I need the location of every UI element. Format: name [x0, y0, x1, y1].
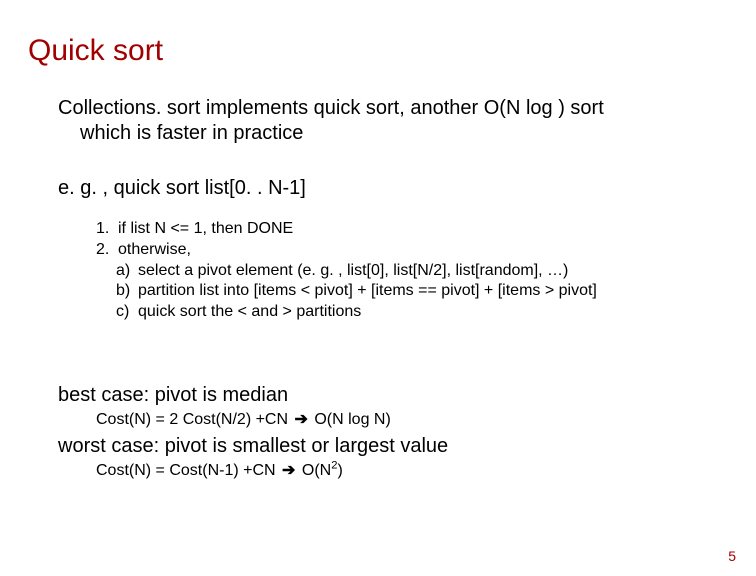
substep-letter: b) — [116, 281, 138, 302]
substep-text: select a pivot element (e. g. , list[0],… — [138, 261, 568, 282]
step-number: 1. — [96, 219, 118, 240]
cost-left: Cost(N) = Cost(N-1) +CN — [96, 462, 280, 479]
substep-text: partition list into [items < pivot] + [i… — [138, 281, 597, 302]
best-case-cost: Cost(N) = 2 Cost(N/2) +CN ➔ O(N log N) — [58, 410, 728, 430]
cost-right-prefix: O(N — [297, 462, 331, 479]
steps-list: 1. if list N <= 1, then DONE 2. otherwis… — [58, 219, 728, 261]
cost-right-suffix: ) — [337, 462, 342, 479]
step-number: 2. — [96, 240, 118, 261]
worst-case-label: worst case: pivot is smallest or largest… — [58, 434, 728, 459]
best-case-label: best case: pivot is median — [58, 383, 728, 408]
intro-line-2: which is faster in practice — [58, 121, 728, 146]
intro-paragraph: Collections. sort implements quick sort,… — [58, 96, 728, 146]
arrow-icon: ➔ — [292, 410, 309, 430]
step-item: 1. if list N <= 1, then DONE — [96, 219, 728, 240]
step-item: 2. otherwise, — [96, 240, 728, 261]
example-line: e. g. , quick sort list[0. . N-1] — [58, 176, 728, 201]
substep-text: quick sort the < and > partitions — [138, 302, 361, 323]
substep-item: c) quick sort the < and > partitions — [116, 302, 728, 323]
slide-body: Collections. sort implements quick sort,… — [28, 96, 728, 481]
substep-letter: c) — [116, 302, 138, 323]
substeps-list: a) select a pivot element (e. g. , list[… — [58, 261, 728, 323]
step-text: if list N <= 1, then DONE — [118, 219, 293, 240]
cost-left: Cost(N) = 2 Cost(N/2) +CN — [96, 411, 292, 428]
cases-section: best case: pivot is median Cost(N) = 2 C… — [58, 383, 728, 481]
cost-right: O(N log N) — [310, 411, 391, 428]
intro-line-1: Collections. sort implements quick sort,… — [58, 96, 728, 121]
worst-case-cost: Cost(N) = Cost(N-1) +CN ➔ O(N2) — [58, 461, 728, 481]
step-text: otherwise, — [118, 240, 191, 261]
arrow-icon: ➔ — [280, 461, 297, 481]
slide-title: Quick sort — [28, 34, 728, 68]
page-number: 5 — [728, 548, 736, 564]
substep-item: a) select a pivot element (e. g. , list[… — [116, 261, 728, 282]
substep-item: b) partition list into [items < pivot] +… — [116, 281, 728, 302]
substep-letter: a) — [116, 261, 138, 282]
